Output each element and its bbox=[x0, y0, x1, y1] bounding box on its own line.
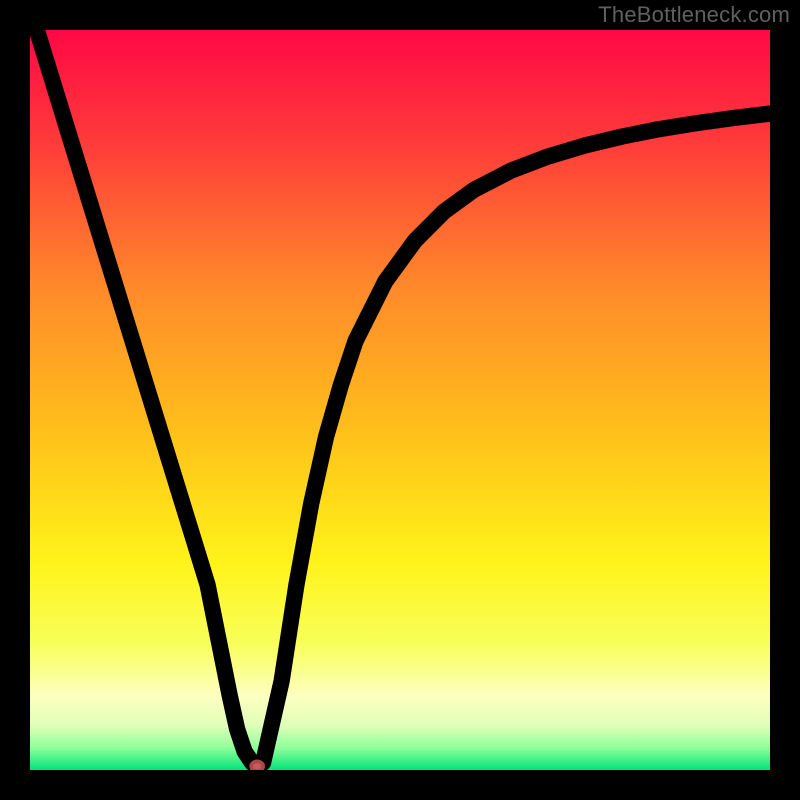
watermark-text: TheBottleneck.com bbox=[598, 2, 790, 28]
chart-wrapper: TheBottleneck.com bbox=[0, 0, 800, 800]
curve-layer bbox=[30, 30, 770, 770]
bottleneck-curve bbox=[30, 30, 770, 766]
plot-area bbox=[30, 30, 770, 770]
optimal-point-marker bbox=[251, 761, 263, 770]
